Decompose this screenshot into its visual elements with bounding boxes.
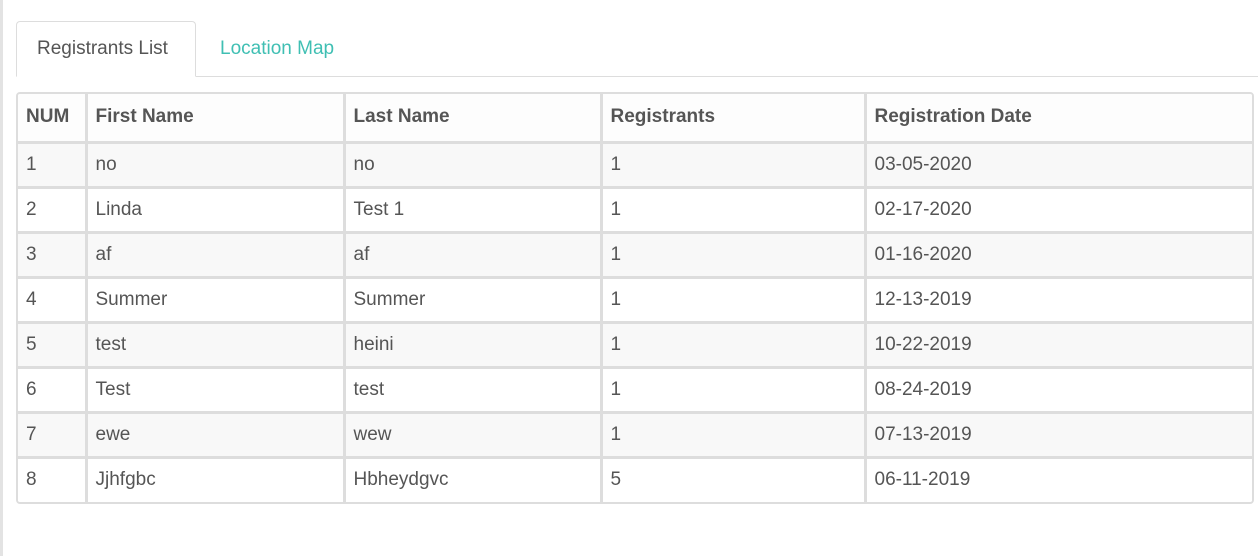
table-row[interactable]: 4 Summer Summer 1 12-13-2019 [18,275,1252,324]
cell-last-name: no [342,140,603,189]
cell-num: 7 [18,410,88,459]
table-row[interactable]: 1 no no 1 03-05-2020 [18,140,1252,189]
tab-bar: Registrants List Location Map [16,20,1258,77]
cell-first-name: no [84,140,346,189]
cell-registration-date: 12-13-2019 [863,275,1252,324]
cell-first-name: test [84,320,346,369]
cell-registrants: 1 [599,365,867,414]
cell-registration-date: 07-13-2019 [863,410,1252,459]
table-header-row: NUM First Name Last Name Registrants Reg… [18,94,1252,144]
cell-last-name: wew [342,410,603,459]
registrants-table: NUM First Name Last Name Registrants Reg… [18,94,1252,502]
cell-num: 4 [18,275,88,324]
header-num[interactable]: NUM [18,94,88,144]
cell-first-name: Summer [84,275,346,324]
cell-num: 2 [18,185,88,234]
header-last-name[interactable]: Last Name [342,94,603,144]
cell-num: 8 [18,455,88,502]
table-row[interactable]: 8 Jjhfgbc Hbheydgvc 5 06-11-2019 [18,455,1252,502]
cell-num: 3 [18,230,88,279]
table-row[interactable]: 6 Test test 1 08-24-2019 [18,365,1252,414]
tab-registrants-list[interactable]: Registrants List [16,21,196,77]
left-border [0,0,3,556]
header-first-name[interactable]: First Name [84,94,346,144]
cell-registrants: 1 [599,410,867,459]
cell-num: 1 [18,140,88,189]
table-row[interactable]: 5 test heini 1 10-22-2019 [18,320,1252,369]
cell-registration-date: 02-17-2020 [863,185,1252,234]
cell-registration-date: 06-11-2019 [863,455,1252,502]
cell-first-name: Test [84,365,346,414]
cell-registrants: 1 [599,140,867,189]
cell-first-name: ewe [84,410,346,459]
table-row[interactable]: 3 af af 1 01-16-2020 [18,230,1252,279]
cell-last-name: Test 1 [342,185,603,234]
cell-last-name: heini [342,320,603,369]
cell-first-name: af [84,230,346,279]
header-registration-date[interactable]: Registration Date [863,94,1252,144]
table-row[interactable]: 2 Linda Test 1 1 02-17-2020 [18,185,1252,234]
cell-first-name: Linda [84,185,346,234]
cell-num: 5 [18,320,88,369]
cell-last-name: Hbheydgvc [342,455,603,502]
cell-last-name: Summer [342,275,603,324]
cell-last-name: af [342,230,603,279]
cell-registration-date: 01-16-2020 [863,230,1252,279]
cell-registration-date: 08-24-2019 [863,365,1252,414]
cell-first-name: Jjhfgbc [84,455,346,502]
cell-num: 6 [18,365,88,414]
cell-registrants: 5 [599,455,867,502]
header-registrants[interactable]: Registrants [599,94,867,144]
cell-registrants: 1 [599,185,867,234]
cell-registration-date: 03-05-2020 [863,140,1252,189]
table-row[interactable]: 7 ewe wew 1 07-13-2019 [18,410,1252,459]
cell-registrants: 1 [599,320,867,369]
cell-registration-date: 10-22-2019 [863,320,1252,369]
cell-last-name: test [342,365,603,414]
registrants-table-container: NUM First Name Last Name Registrants Reg… [16,92,1254,504]
cell-registrants: 1 [599,275,867,324]
tab-location-map[interactable]: Location Map [196,21,354,76]
cell-registrants: 1 [599,230,867,279]
